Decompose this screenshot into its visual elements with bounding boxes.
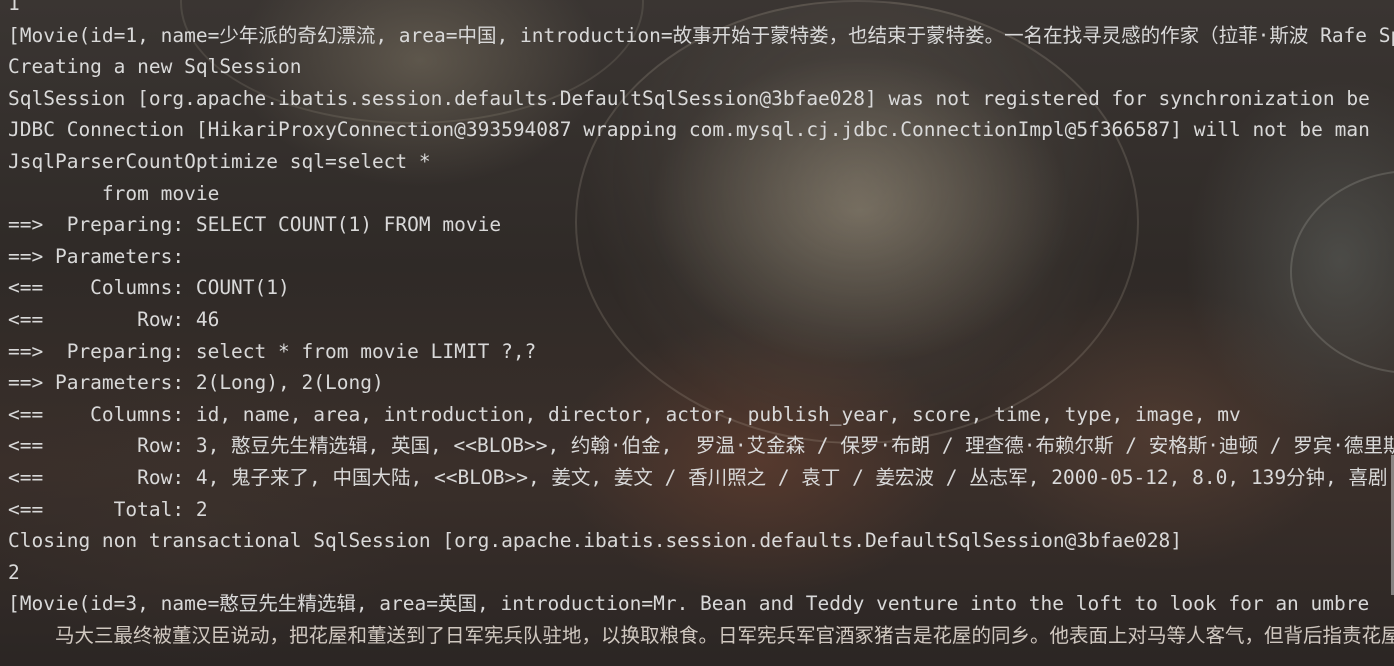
console-line: <== Total: 2	[8, 497, 208, 521]
console-line: <== Row: 3, 憨豆先生精选辑, 英国, <<BLOB>>, 约翰·伯金…	[8, 434, 1394, 458]
console-line: JsqlParserCountOptimize sql=select *	[8, 149, 431, 173]
console-line: ==> Parameters:	[8, 244, 196, 268]
console-output[interactable]: 1 [Movie(id=1, name=少年派的奇幻漂流, area=中国, i…	[0, 0, 1394, 666]
console-lines: 1 [Movie(id=1, name=少年派的奇幻漂流, area=中国, i…	[0, 0, 1394, 651]
console-line: Creating a new SqlSession	[8, 55, 302, 79]
console-line: <== Row: 46	[8, 307, 220, 331]
console-line: ==> Preparing: SELECT COUNT(1) FROM movi…	[8, 213, 502, 237]
console-line: SqlSession [org.apache.ibatis.session.de…	[8, 86, 1370, 110]
console-line: [Movie(id=3, name=憨豆先生精选辑, area=英国, intr…	[8, 592, 1370, 616]
console-line: <== Columns: COUNT(1)	[8, 276, 290, 300]
console-line: [Movie(id=1, name=少年派的奇幻漂流, area=中国, int…	[8, 23, 1394, 47]
console-line: 1	[8, 0, 20, 15]
console-line: Closing non transactional SqlSession [or…	[8, 529, 1182, 553]
console-line: 2	[8, 560, 20, 584]
console-line: ==> Parameters: 2(Long), 2(Long)	[8, 371, 384, 395]
console-line: <== Columns: id, name, area, introductio…	[8, 402, 1241, 426]
console-line: 马大三最终被董汉臣说动，把花屋和董送到了日军宪兵队驻地，以换取粮食。日军宪兵军官…	[8, 623, 1394, 647]
console-line: from movie	[8, 181, 220, 205]
console-line: JDBC Connection [HikariProxyConnection@3…	[8, 118, 1370, 142]
console-line: <== Row: 4, 鬼子来了, 中国大陆, <<BLOB>>, 姜文, 姜文…	[8, 465, 1388, 489]
console-line: ==> Preparing: select * from movie LIMIT…	[8, 339, 537, 363]
